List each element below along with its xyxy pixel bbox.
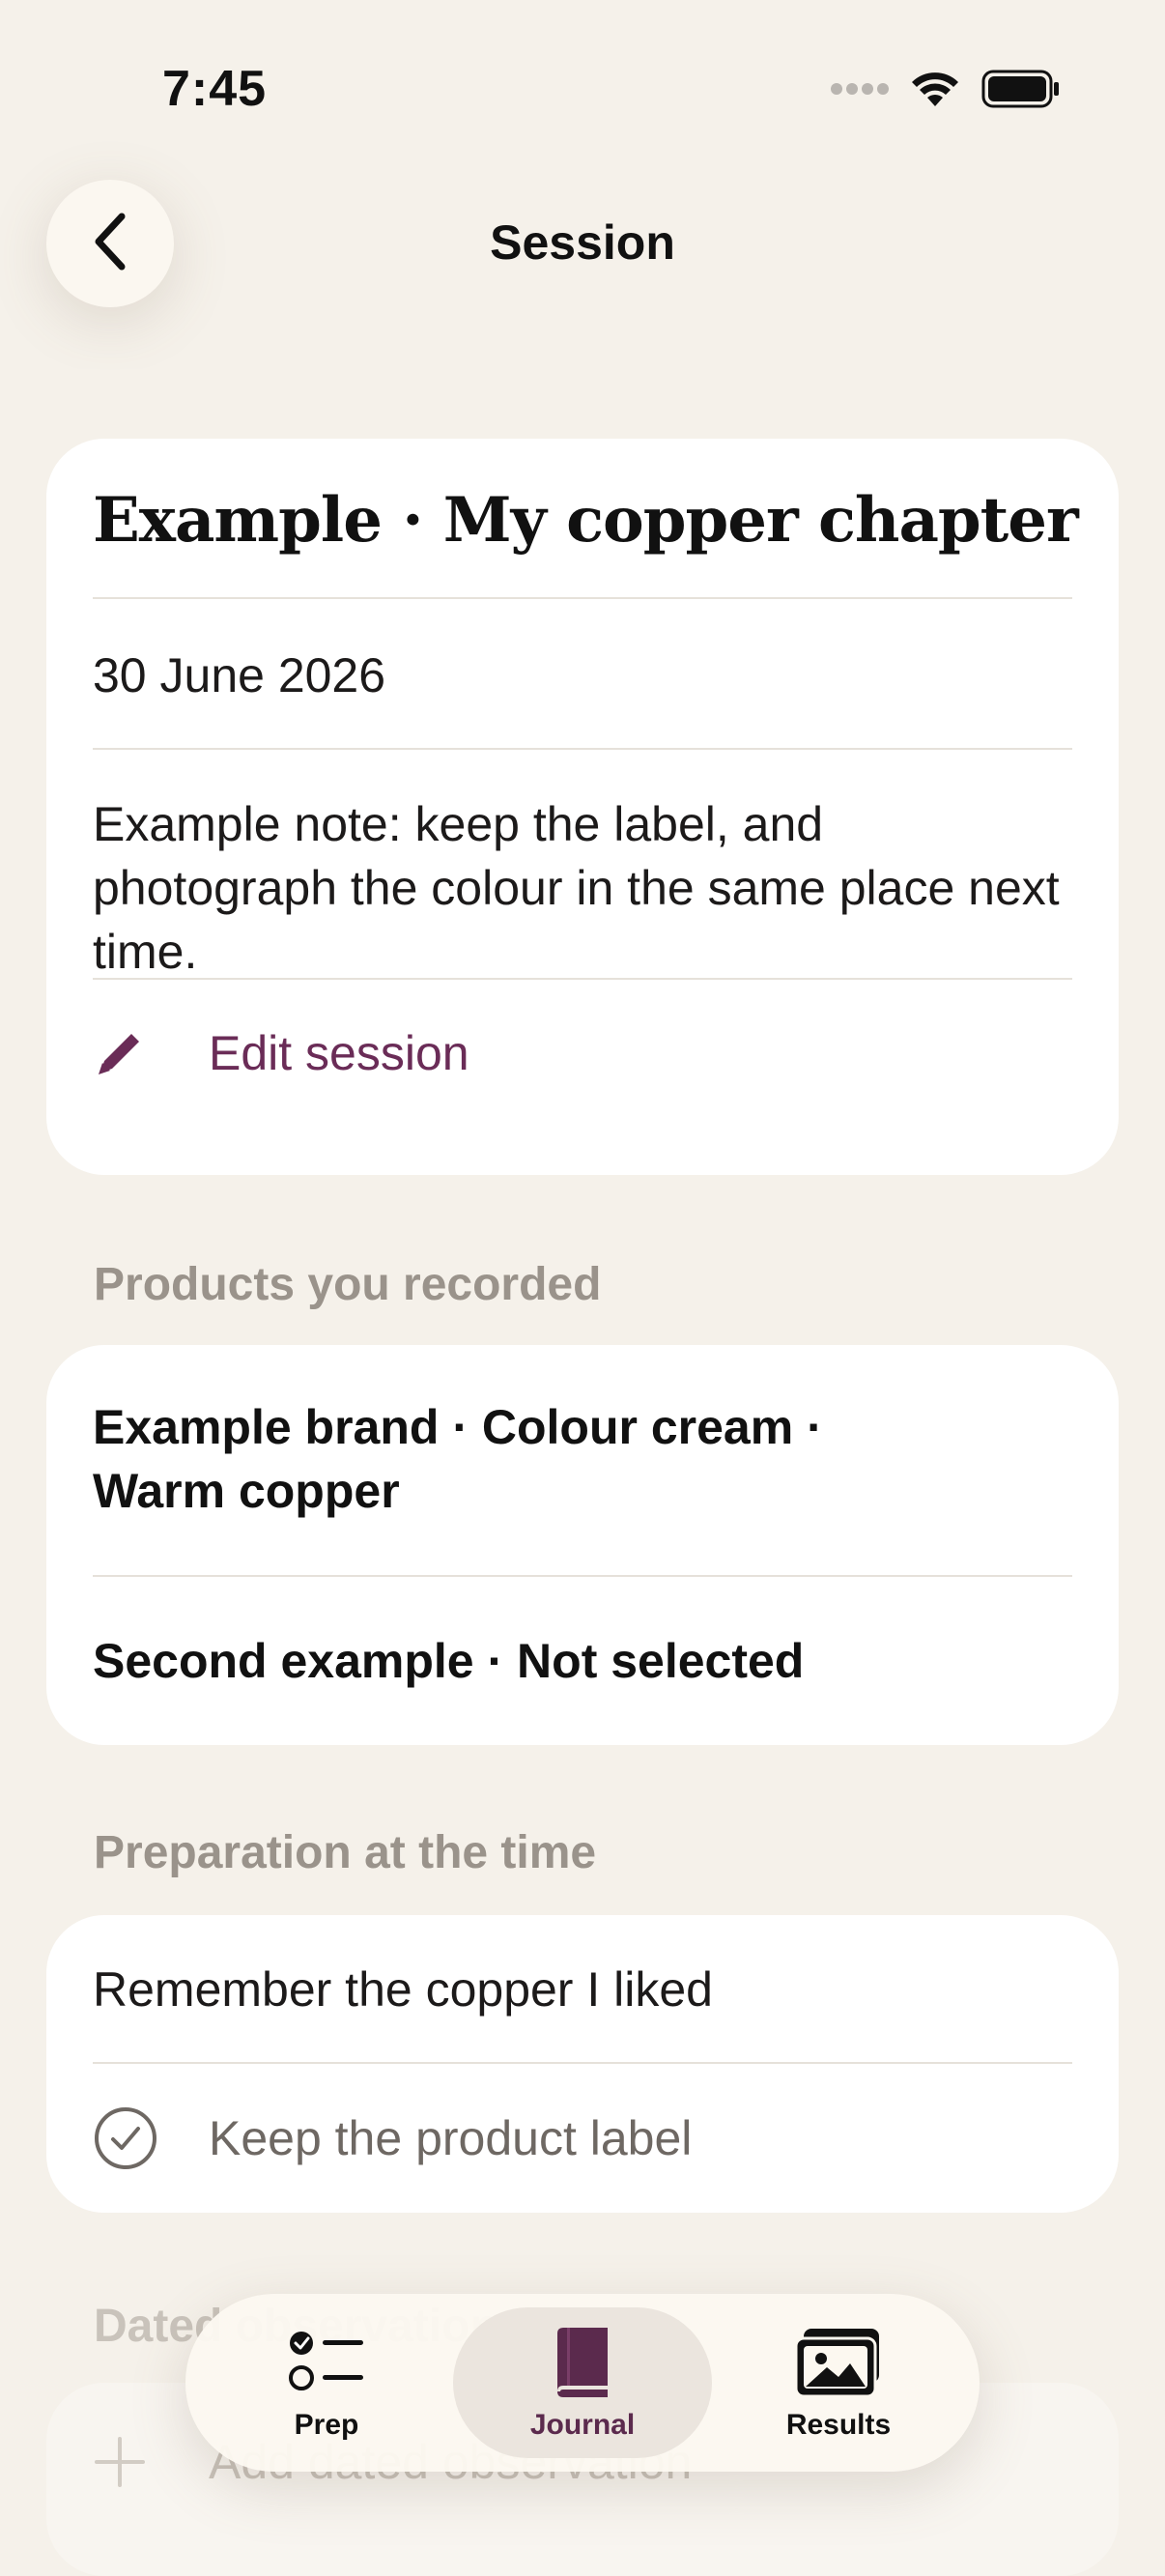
status-time: 7:45 bbox=[162, 61, 268, 117]
session-title: Example · My copper chapter bbox=[93, 484, 1079, 557]
status-bar: 7:45 bbox=[0, 0, 1165, 193]
wifi-icon bbox=[910, 70, 960, 113]
checklist-icon bbox=[288, 2324, 365, 2401]
tab-bar: Prep Journal Results bbox=[185, 2294, 980, 2472]
products-section-label: Products you recorded bbox=[94, 1259, 602, 1310]
product-item-label: Second example · Not selected bbox=[93, 1634, 805, 1688]
session-note: Example note: keep the label, and photog… bbox=[93, 797, 1060, 979]
product-item[interactable]: Example brand · Colour cream · Warm copp… bbox=[93, 1345, 1072, 1575]
edit-session-label: Edit session bbox=[209, 1026, 469, 1080]
plus-icon bbox=[93, 2435, 162, 2489]
tab-label: Results bbox=[785, 2409, 892, 2441]
cellular-signal-icon bbox=[831, 81, 889, 101]
tab-label: Journal bbox=[529, 2409, 636, 2441]
tab-prep[interactable]: Prep bbox=[197, 2307, 456, 2458]
edit-session-button[interactable]: Edit session bbox=[93, 980, 1072, 1127]
status-icons bbox=[831, 70, 1061, 113]
checkmark-circle-icon bbox=[93, 2105, 162, 2171]
session-card: Example · My copper chapter 30 June 2026… bbox=[46, 439, 1119, 1175]
pencil-icon bbox=[93, 1026, 162, 1080]
tab-results[interactable]: Results bbox=[709, 2307, 968, 2458]
products-card: Example brand · Colour cream · Warm copp… bbox=[46, 1345, 1119, 1745]
page-title: Session bbox=[490, 215, 675, 270]
preparation-note: Remember the copper I liked bbox=[93, 1962, 713, 2017]
checklist-item[interactable]: Keep the product label bbox=[93, 2064, 1072, 2213]
checklist-item-label: Keep the product label bbox=[209, 2111, 693, 2165]
tab-label: Prep bbox=[294, 2409, 359, 2441]
product-item[interactable]: Second example · Not selected bbox=[93, 1577, 1072, 1745]
battery-icon bbox=[981, 70, 1061, 113]
tab-journal[interactable]: Journal bbox=[453, 2307, 712, 2458]
product-item-label: Example brand · Colour cream · Warm copp… bbox=[93, 1400, 823, 1518]
preparation-section-label: Preparation at the time bbox=[94, 1827, 597, 1878]
photos-icon bbox=[794, 2324, 883, 2401]
preparation-card: Remember the copper I liked Keep the pro… bbox=[46, 1915, 1119, 2213]
session-date: 30 June 2026 bbox=[93, 648, 386, 702]
book-icon bbox=[552, 2324, 613, 2401]
